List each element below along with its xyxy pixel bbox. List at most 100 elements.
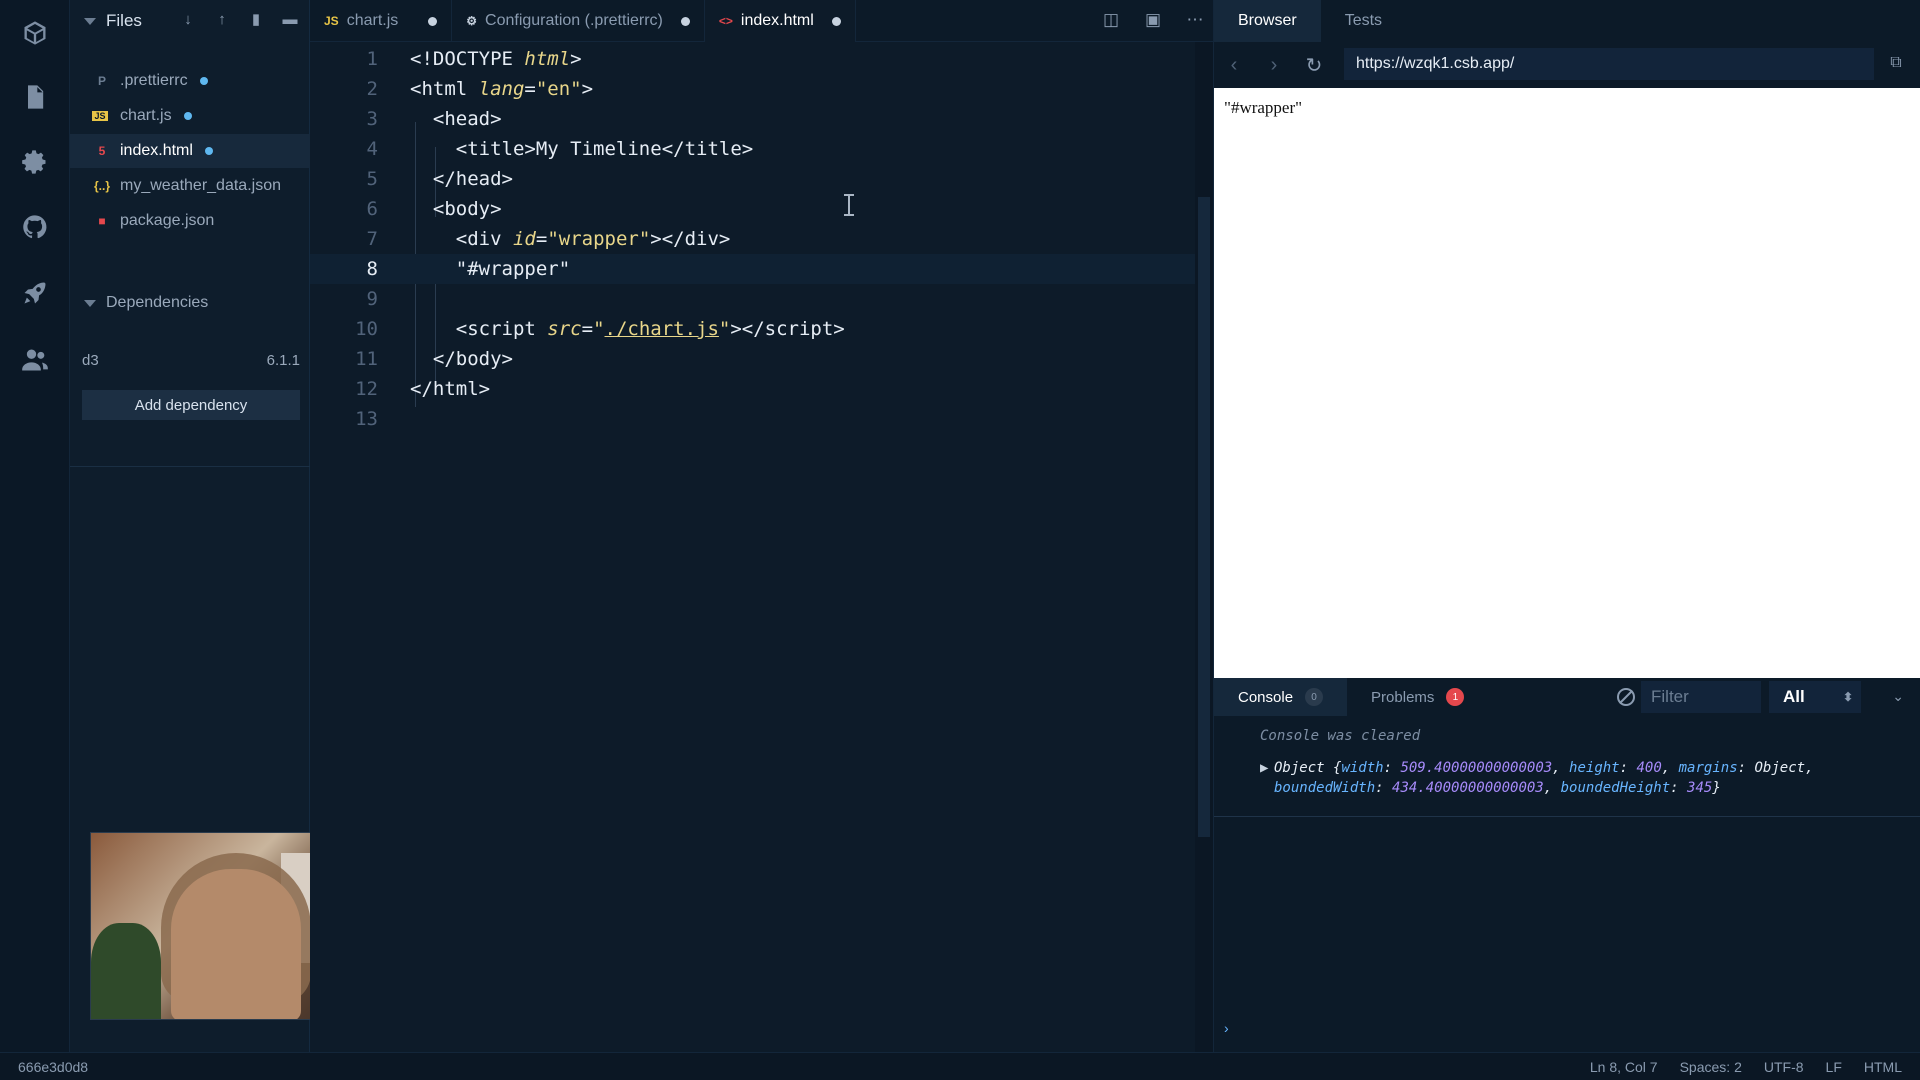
tab-index-html[interactable]: <> index.html	[704, 0, 856, 42]
unsaved-dot[interactable]	[680, 16, 690, 26]
code-line[interactable]: 5 </head>	[310, 164, 1195, 194]
github-icon[interactable]	[20, 212, 50, 242]
file-item-index-html[interactable]: 5 index.html	[70, 134, 310, 168]
text-cursor-icon	[844, 194, 854, 216]
object-suffix: }	[1712, 780, 1721, 796]
chevron-down-icon[interactable]: ⌄	[1892, 688, 1904, 705]
tab-configuration[interactable]: ⚙ Configuration (.prettierrc)	[452, 0, 705, 42]
js-file-icon: JS	[92, 111, 108, 121]
code-editor[interactable]: 1 <!DOCTYPE html> 2 <html lang="en"> 3 <head…	[310, 42, 1195, 1052]
indentation[interactable]: Spaces: 2	[1680, 1059, 1742, 1075]
console-filter-input[interactable]	[1641, 681, 1761, 713]
files-title: Files	[106, 11, 142, 30]
users-icon[interactable]	[20, 345, 50, 375]
file-name: my_weather_data.json	[120, 177, 281, 194]
line-number: 10	[355, 318, 378, 340]
file-item-package-json[interactable]: ■ package.json	[70, 204, 310, 238]
console-prompt-icon[interactable]: ›	[1224, 1020, 1229, 1036]
gear-icon[interactable]	[20, 147, 50, 177]
code-text: <script src="./chart.js"></script>	[455, 318, 845, 340]
code-line[interactable]: 10 <script src="./chart.js"></script>	[310, 314, 1195, 344]
line-number: 4	[366, 138, 378, 160]
line-number: 13	[355, 408, 378, 430]
object-value: 434.40000000000003	[1392, 780, 1544, 796]
line-ending[interactable]: LF	[1826, 1059, 1842, 1075]
language-mode[interactable]: HTML	[1864, 1059, 1902, 1075]
editor-scrollbar[interactable]	[1195, 42, 1213, 1052]
code-text: <div id="wrapper"></div>	[455, 228, 731, 250]
expand-triangle-icon[interactable]: ▶	[1260, 758, 1268, 778]
preview-icon[interactable]: ▣	[1143, 10, 1163, 30]
code-line[interactable]: 6 <body>	[310, 194, 1195, 224]
divider	[70, 466, 310, 467]
back-icon[interactable]: ‹	[1214, 54, 1254, 77]
tab-problems[interactable]: Problems 1	[1347, 678, 1488, 716]
code-line[interactable]: 8 "#wrapper"	[310, 254, 1195, 284]
code-line[interactable]: 3 <head>	[310, 104, 1195, 134]
box-logo-icon[interactable]	[20, 18, 50, 48]
code-line[interactable]: 2 <html lang="en">	[310, 74, 1195, 104]
editor-tabs: JS chart.js ⚙ Configuration (.prettierrc…	[310, 0, 1213, 42]
tab-tests[interactable]: Tests	[1321, 0, 1406, 42]
console-count-badge: 0	[1305, 688, 1324, 706]
code-line[interactable]: 9	[310, 284, 1195, 314]
prettier-file-icon: P	[97, 74, 106, 88]
file-item-prettierrc[interactable]: P .prettierrc	[70, 64, 310, 98]
object-key: margins	[1678, 760, 1738, 776]
file-name: chart.js	[120, 107, 172, 124]
code-line[interactable]: 13	[310, 404, 1195, 434]
code-text: <body>	[432, 198, 502, 220]
line-number: 9	[366, 288, 378, 310]
object-key: boundedHeight	[1560, 780, 1671, 796]
more-icon[interactable]: ⋯	[1185, 10, 1205, 30]
tab-browser[interactable]: Browser	[1214, 0, 1321, 42]
sort-up-icon[interactable]: ↑	[213, 10, 231, 28]
tab-label: index.html	[740, 12, 814, 29]
encoding[interactable]: UTF-8	[1764, 1059, 1804, 1075]
status-items: Ln 8, Col 7 Spaces: 2 UTF-8 LF HTML	[1590, 1059, 1902, 1075]
cursor-position[interactable]: Ln 8, Col 7	[1590, 1059, 1658, 1075]
panel-tabs: Browser Tests	[1214, 0, 1920, 42]
forward-icon[interactable]: ›	[1254, 54, 1294, 77]
dependencies-title: Dependencies	[106, 294, 209, 311]
reload-icon[interactable]: ↻	[1294, 53, 1334, 78]
file-item-weather-json[interactable]: {..} my_weather_data.json	[70, 169, 310, 203]
line-number: 8	[366, 258, 378, 280]
npm-file-icon: ■	[98, 214, 106, 228]
file-icon[interactable]	[20, 82, 50, 112]
sort-down-icon[interactable]: ↓	[179, 10, 197, 28]
new-file-icon[interactable]: ▮	[247, 10, 265, 28]
unsaved-dot[interactable]	[428, 16, 438, 26]
dependencies-header[interactable]: Dependencies	[70, 286, 310, 320]
tab-chart-js[interactable]: JS chart.js	[310, 0, 453, 42]
problems-label: Problems	[1371, 688, 1435, 706]
log-level-select[interactable]: All ⬍	[1769, 681, 1861, 713]
console-object: Object {width: 509.40000000000003, heigh…	[1274, 760, 1814, 796]
chevron-down-icon	[84, 17, 96, 25]
code-line[interactable]: 7 <div id="wrapper"></div>	[310, 224, 1195, 254]
code-line[interactable]: 12 </html>	[310, 374, 1195, 404]
tab-console[interactable]: Console 0	[1214, 678, 1348, 716]
split-view-icon[interactable]: ◫	[1101, 10, 1121, 30]
url-input[interactable]	[1344, 48, 1874, 80]
log-level-value: All	[1783, 687, 1805, 706]
rocket-icon[interactable]	[20, 278, 50, 308]
file-name: .prettierrc	[120, 72, 188, 89]
dependency-item[interactable]: d3 6.1.1	[82, 352, 300, 369]
code-line[interactable]: 4 <title>My Timeline</title>	[310, 134, 1195, 164]
add-dependency-button[interactable]: Add dependency	[82, 390, 300, 420]
dependency-name: d3	[82, 352, 99, 369]
unsaved-dot[interactable]	[831, 16, 841, 26]
open-external-icon[interactable]: ⧉	[1885, 54, 1907, 76]
clear-console-icon[interactable]	[1617, 688, 1635, 706]
new-folder-icon[interactable]: ▬	[281, 10, 299, 28]
file-item-chart-js[interactable]: JS chart.js	[70, 99, 310, 133]
scrollbar-thumb[interactable]	[1198, 197, 1210, 837]
object-key: width	[1341, 760, 1384, 776]
preview-panel: Browser Tests ‹ › ↻ ⧉ "#wrapper" Console…	[1213, 0, 1920, 1052]
json-file-icon: {..}	[93, 179, 110, 193]
code-line[interactable]: 1 <!DOCTYPE html>	[310, 44, 1195, 74]
code-line[interactable]: 11 </body>	[310, 344, 1195, 374]
console-log-entry[interactable]: ▶ Object {width: 509.40000000000003, hei…	[1214, 758, 1920, 817]
editor-actions: ◫ ▣ ⋯	[1101, 10, 1205, 30]
